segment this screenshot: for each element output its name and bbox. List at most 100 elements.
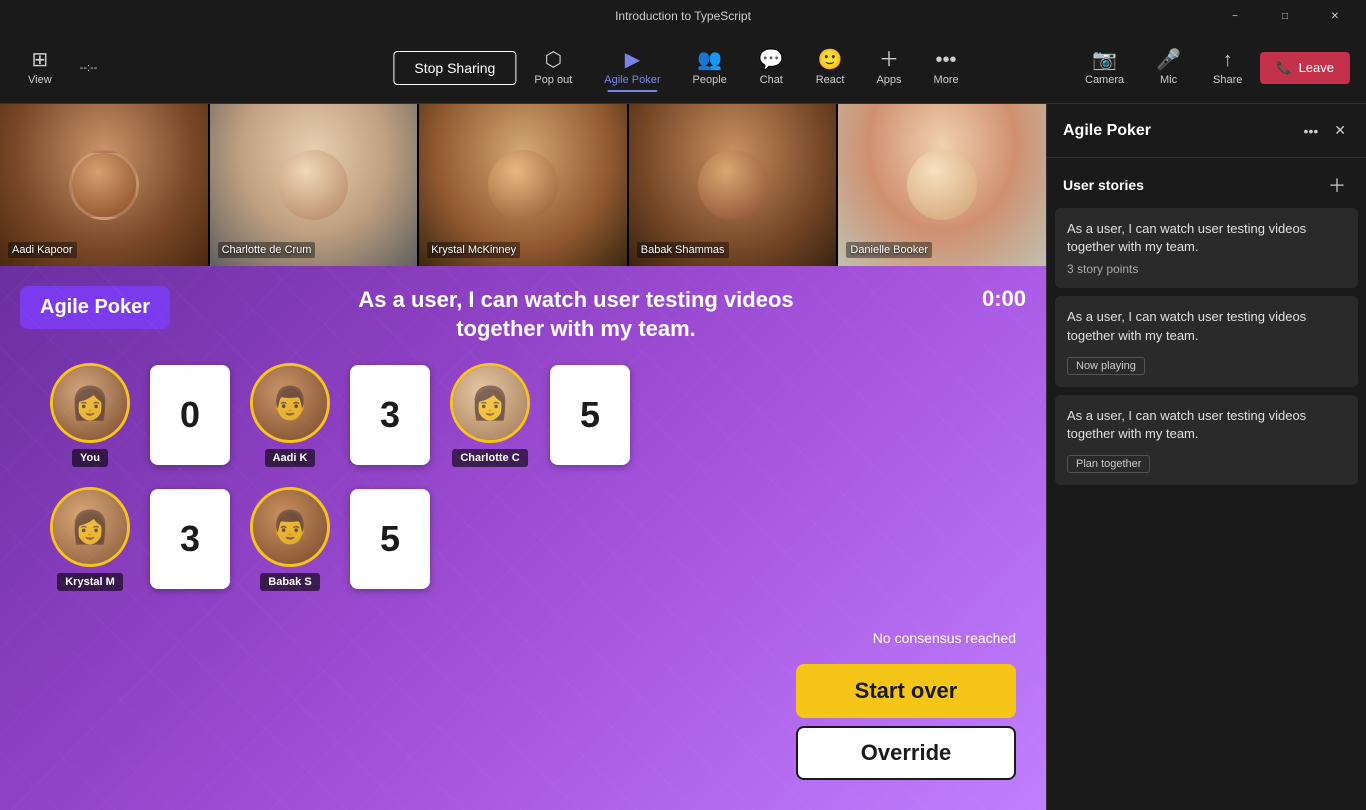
face-aadi: 👨: [253, 366, 327, 440]
stop-sharing-button[interactable]: Stop Sharing: [393, 51, 516, 85]
action-buttons: No consensus reached Start over Override: [796, 630, 1016, 780]
panel-close-button[interactable]: ✕: [1330, 118, 1350, 143]
player-name-babak: Babak S: [260, 573, 319, 591]
share-button[interactable]: ↑ Share: [1199, 44, 1256, 92]
title-bar: Introduction to TypeScript − □ ✕: [0, 0, 1366, 32]
camera-button[interactable]: 📷 Camera: [1071, 44, 1138, 92]
video-tile-danielle: Danielle Booker: [838, 104, 1046, 266]
chat-label: Chat: [760, 74, 783, 86]
maximize-button[interactable]: □: [1262, 0, 1308, 32]
agile-poker-button[interactable]: ▶ Agile Poker: [590, 44, 674, 92]
people-icon: 👥: [697, 50, 722, 70]
people-button[interactable]: 👥 People: [679, 44, 741, 92]
player-aadi: 👨 Aadi K: [250, 363, 330, 467]
agile-poker-label: Agile Poker: [604, 74, 660, 86]
poker-card-babak: 5: [350, 489, 430, 589]
face-charlotte: 👩: [453, 366, 527, 440]
poker-content-area: Agile Poker As a user, I can watch user …: [0, 266, 1046, 810]
face-krystal: 👩: [53, 490, 127, 564]
view-label: View: [28, 74, 52, 86]
more-button[interactable]: ••• More: [920, 44, 973, 92]
toolbar-center: Stop Sharing ⬡ Pop out ▶ Agile Poker 👥 P…: [393, 44, 972, 92]
poker-app-logo: Agile Poker: [20, 286, 170, 329]
popout-icon: ⬡: [545, 50, 562, 70]
player-avatar-charlotte: 👩: [450, 363, 530, 443]
main-content: Aadi Kapoor Charlotte de Crum Krystal Mc…: [0, 104, 1366, 810]
story-points-1: 3 story points: [1067, 262, 1346, 276]
poker-card-krystal: 3: [150, 489, 230, 589]
player-avatar-babak: 👨: [250, 487, 330, 567]
video-tile-charlotte: Charlotte de Crum: [210, 104, 418, 266]
face-you: 👩: [53, 366, 127, 440]
story-card-2: As a user, I can watch user testing vide…: [1055, 296, 1358, 386]
story-card-1: As a user, I can watch user testing vide…: [1055, 208, 1358, 288]
story-text-2: As a user, I can watch user testing vide…: [1067, 308, 1346, 344]
poker-card-charlotte: 5: [550, 365, 630, 465]
apps-icon: ＋: [879, 50, 899, 70]
mic-button[interactable]: 🎤 Mic: [1142, 44, 1195, 92]
panel-title: Agile Poker: [1063, 122, 1151, 140]
player-krystal: 👩 Krystal M: [50, 487, 130, 591]
player-name-krystal: Krystal M: [57, 573, 123, 591]
poker-card-aadi: 3: [350, 365, 430, 465]
react-icon: 🙂: [818, 50, 843, 70]
leave-button[interactable]: 📞 Leave: [1260, 52, 1350, 84]
chat-button[interactable]: 💬 Chat: [745, 44, 798, 92]
video-tile-aadi: Aadi Kapoor: [0, 104, 208, 266]
view-button[interactable]: ⊞ View: [16, 44, 64, 92]
video-strip: Aadi Kapoor Charlotte de Crum Krystal Mc…: [0, 104, 1046, 266]
camera-icon: 📷: [1092, 50, 1117, 70]
camera-label: Camera: [1085, 74, 1124, 86]
popout-button[interactable]: ⬡ Pop out: [520, 44, 586, 92]
player-name-you: You: [72, 449, 108, 467]
close-button[interactable]: ✕: [1312, 0, 1358, 32]
story-text-1: As a user, I can watch user testing vide…: [1067, 220, 1346, 256]
poker-header: Agile Poker As a user, I can watch user …: [20, 286, 1026, 343]
agile-poker-icon: ▶: [625, 50, 640, 70]
user-stories-title: User stories: [1063, 177, 1144, 193]
apps-label: Apps: [876, 74, 901, 86]
players-row-2: 👩 Krystal M 3 👨 Babak S 5: [50, 487, 1026, 591]
panel-more-button[interactable]: •••: [1300, 119, 1323, 143]
react-label: React: [816, 74, 845, 86]
panel-section-header: User stories ＋: [1047, 158, 1366, 208]
start-over-button[interactable]: Start over: [796, 664, 1016, 718]
player-babak: 👨 Babak S: [250, 487, 330, 591]
player-avatar-krystal: 👩: [50, 487, 130, 567]
player-charlotte: 👩 Charlotte C: [450, 363, 530, 467]
react-button[interactable]: 🙂 React: [802, 44, 859, 92]
poker-card-you: 0: [150, 365, 230, 465]
video-tile-babak: Babak Shammas: [629, 104, 837, 266]
override-button[interactable]: Override: [796, 726, 1016, 780]
player-you: 👩 You: [50, 363, 130, 467]
mic-label: Mic: [1160, 74, 1177, 86]
player-name-aadi: Aadi K: [265, 449, 316, 467]
player-avatar-you: 👩: [50, 363, 130, 443]
player-avatar-aadi: 👨: [250, 363, 330, 443]
more-label: More: [934, 74, 959, 86]
toolbar-left: ⊞ View --:--: [16, 44, 105, 92]
minimize-button[interactable]: −: [1212, 0, 1258, 32]
apps-button[interactable]: ＋ Apps: [862, 44, 915, 92]
participant-name-aadi: Aadi Kapoor: [8, 242, 77, 258]
toolbar-right: 📷 Camera 🎤 Mic ↑ Share 📞 Leave: [1071, 44, 1350, 92]
share-icon: ↑: [1223, 50, 1233, 70]
participant-name-babak: Babak Shammas: [637, 242, 729, 258]
participant-name-krystal: Krystal McKinney: [427, 242, 520, 258]
grid-icon: ⊞: [31, 50, 48, 70]
video-area: Aadi Kapoor Charlotte de Crum Krystal Mc…: [0, 104, 1046, 810]
people-label: People: [693, 74, 727, 86]
players-row-1: 👩 You 0 👨 Aadi K 3: [50, 363, 1026, 467]
story-text-3: As a user, I can watch user testing vide…: [1067, 407, 1346, 443]
window-controls: − □ ✕: [1212, 0, 1358, 32]
add-story-button[interactable]: ＋: [1324, 170, 1350, 200]
story-badge-3: Plan together: [1067, 455, 1150, 473]
right-panel: Agile Poker ••• ✕ User stories ＋ As a us…: [1046, 104, 1366, 810]
timer-display: --:--: [72, 58, 106, 78]
face-babak: 👨: [253, 490, 327, 564]
leave-label: Leave: [1299, 60, 1334, 75]
leave-phone-icon: 📞: [1276, 60, 1292, 76]
mic-icon: 🎤: [1156, 50, 1181, 70]
more-icon: •••: [936, 50, 957, 70]
panel-actions: ••• ✕: [1300, 118, 1350, 143]
